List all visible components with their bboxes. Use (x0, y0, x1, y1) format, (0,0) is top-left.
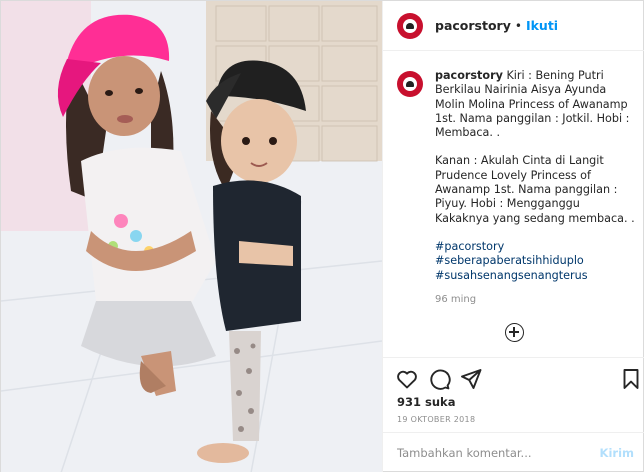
send-comment-button[interactable]: Kirim (600, 446, 634, 460)
plus-circle-icon[interactable] (505, 323, 524, 342)
post-photo[interactable] (1, 1, 382, 472)
caption-time-ago: 96 ming (435, 293, 477, 305)
post-header: pacorstory • Ikuti (383, 1, 644, 51)
follow-button[interactable]: Ikuti (526, 18, 558, 33)
heart-icon[interactable] (395, 367, 419, 391)
hashtag-link[interactable]: #pacorstory (435, 240, 635, 254)
post-side-panel: pacorstory • Ikuti pacorstory Kiri : Ben… (382, 1, 644, 472)
like-count[interactable]: 931 suka (397, 395, 455, 409)
caption-body: pacorstory Kiri : Bening Putri Berkilau … (435, 69, 635, 307)
pacorstory-logo-avatar[interactable] (397, 12, 423, 39)
caption-text-right: Kanan : Akulah Cinta di Langit Prudence … (435, 154, 635, 225)
paper-plane-icon[interactable] (459, 367, 483, 391)
hashtag-link[interactable]: #susahsenangsenangterus (435, 269, 635, 283)
caption-paragraph-left: pacorstory Kiri : Bening Putri Berkilau … (435, 69, 635, 140)
hashtag-link[interactable]: #seberapaberatsihhiduplo (435, 254, 635, 268)
action-bar (383, 357, 644, 397)
comment-bar: Kirim (383, 432, 644, 472)
hashtag-list: #pacorstory #seberapaberatsihhiduplo #su… (435, 240, 635, 283)
header-username[interactable]: pacorstory (435, 18, 511, 33)
header-dot-separator: • (514, 18, 522, 33)
speech-bubble-icon[interactable] (427, 367, 451, 391)
instagram-post: pacorstory • Ikuti pacorstory Kiri : Ben… (0, 0, 644, 472)
bookmark-icon[interactable] (619, 367, 643, 391)
post-date: 19 OKTOBER 2018 (397, 415, 476, 424)
caption-username[interactable]: pacorstory (435, 69, 503, 82)
comment-input[interactable] (397, 446, 600, 460)
like-count-text: 931 suka (397, 395, 456, 409)
post-photo-illustration (1, 1, 382, 472)
post-caption: pacorstory Kiri : Bening Putri Berkilau … (397, 69, 637, 307)
caption-avatar[interactable] (397, 71, 423, 97)
